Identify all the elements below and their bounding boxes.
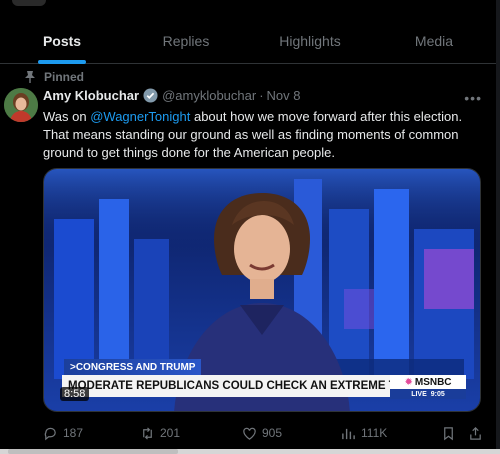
- horizontal-scrollbar[interactable]: [0, 449, 500, 454]
- video-player[interactable]: >CONGRESS AND TRUMP MODERATE REPUBLICANS…: [43, 168, 481, 412]
- share-icon: [470, 426, 481, 440]
- more-icon[interactable]: •••: [464, 90, 482, 106]
- author-name[interactable]: Amy Klobuchar: [43, 88, 139, 103]
- live-time: 9:05: [430, 390, 445, 398]
- views-icon: [342, 428, 355, 439]
- avatar[interactable]: [4, 88, 38, 122]
- ticker-headline: MODERATE REPUBLICANS COULD CHECK AN EXTR…: [62, 375, 390, 397]
- network-logo: ✹ MSNBC: [390, 375, 466, 389]
- separator: ·: [259, 88, 264, 103]
- like-button[interactable]: 905: [242, 426, 282, 441]
- repost-count: 201: [160, 426, 181, 440]
- author-handle[interactable]: @amyklobuchar: [162, 88, 256, 103]
- scroll-rail[interactable]: [496, 0, 500, 454]
- tab-highlights-label: Highlights: [279, 32, 341, 49]
- ticker-topic: >CONGRESS AND TRUMP: [64, 359, 202, 375]
- video-duration: 8:58: [60, 387, 90, 401]
- reply-button[interactable]: 187: [43, 426, 83, 441]
- views-count: 111K: [361, 426, 388, 440]
- pin-icon: [25, 71, 35, 83]
- post-actions: 187 201 905 111K: [43, 422, 483, 444]
- mention-link[interactable]: @WagnerTonight: [90, 109, 190, 124]
- tab-posts-label: Posts: [42, 32, 82, 49]
- top-avatar-fragment: [12, 0, 46, 6]
- avatar-image: [4, 88, 38, 122]
- live-label: LIVE: [411, 390, 427, 398]
- profile-tabs: Posts Replies Highlights Media: [0, 18, 496, 64]
- repost-button[interactable]: 201: [140, 426, 180, 441]
- pinned-indicator: Pinned: [22, 70, 84, 84]
- peacock-icon: ✹: [404, 376, 413, 388]
- tab-replies[interactable]: Replies: [124, 18, 248, 63]
- bookmark-button[interactable]: [441, 426, 456, 441]
- share-button[interactable]: [468, 426, 483, 441]
- repost-icon: [143, 426, 152, 440]
- network-name: MSNBC: [414, 376, 452, 388]
- reply-icon: [44, 427, 56, 440]
- scrollbar-thumb[interactable]: [8, 449, 178, 454]
- pinned-label: Pinned: [44, 70, 85, 84]
- like-count: 905: [262, 426, 283, 440]
- tab-replies-label: Replies: [162, 32, 210, 49]
- tab-highlights[interactable]: Highlights: [248, 18, 372, 63]
- post-text: Was on @WagnerTonight about how we move …: [43, 108, 483, 162]
- post-header: Amy Klobuchar @amyklobuchar · Nov 8: [43, 88, 301, 103]
- bookmark-icon: [444, 426, 453, 440]
- post-text-prefix: Was on: [43, 109, 91, 124]
- tab-media-label: Media: [414, 32, 454, 49]
- pinned-post[interactable]: Pinned Amy Klobuchar @amyklobuchar · Nov…: [0, 64, 496, 450]
- post-date[interactable]: Nov 8: [267, 88, 301, 103]
- tab-posts[interactable]: Posts: [0, 18, 124, 64]
- views-button[interactable]: 111K: [341, 426, 387, 441]
- tab-media[interactable]: Media: [372, 18, 496, 63]
- reply-count: 187: [63, 426, 84, 440]
- verified-icon[interactable]: [143, 88, 158, 103]
- like-icon: [243, 427, 256, 440]
- top-strip: [0, 0, 500, 10]
- live-badge: LIVE 9:05: [390, 389, 466, 399]
